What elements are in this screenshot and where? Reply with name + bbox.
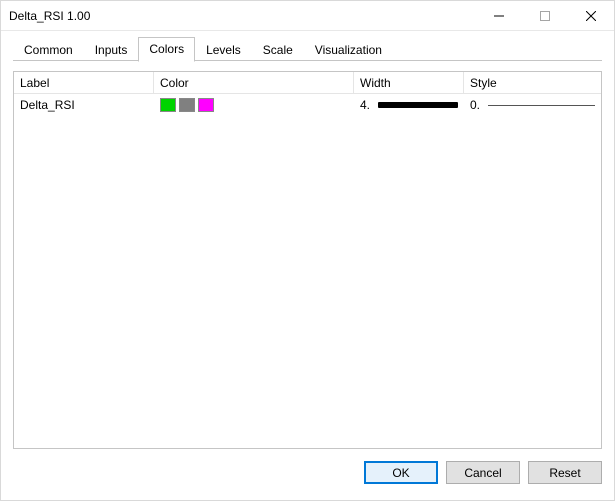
color-swatch-1[interactable] [160,98,176,112]
colors-list: Label Color Width Style Delta_RSI 4. 0. [13,71,602,449]
tab-visualization[interactable]: Visualization [304,38,393,62]
row-color-cell[interactable] [154,94,354,116]
content-area: Label Color Width Style Delta_RSI 4. 0. [1,61,614,449]
header-color[interactable]: Color [154,72,354,93]
window-title: Delta_RSI 1.00 [9,9,476,23]
tab-levels[interactable]: Levels [195,38,252,62]
color-swatch-2[interactable] [179,98,195,112]
header-style[interactable]: Style [464,72,601,93]
tab-inputs[interactable]: Inputs [84,38,139,62]
button-row: OK Cancel Reset [1,449,614,484]
minimize-button[interactable] [476,1,522,30]
header-label[interactable]: Label [14,72,154,93]
row-style-cell[interactable]: 0. [464,94,601,116]
close-icon [586,11,596,21]
ok-button[interactable]: OK [364,461,438,484]
minimize-icon [494,11,504,21]
cancel-button[interactable]: Cancel [446,461,520,484]
row-width-cell[interactable]: 4. [354,94,464,116]
tab-strip: Common Inputs Colors Levels Scale Visual… [1,31,614,61]
close-button[interactable] [568,1,614,30]
row-style-value: 0. [470,98,484,112]
list-row[interactable]: Delta_RSI 4. 0. [14,94,601,116]
window-controls [476,1,614,30]
maximize-button[interactable] [522,1,568,30]
style-line-icon [488,105,595,106]
reset-button[interactable]: Reset [528,461,602,484]
titlebar: Delta_RSI 1.00 [1,1,614,31]
row-label: Delta_RSI [14,94,154,116]
tab-colors[interactable]: Colors [138,37,195,62]
color-swatch-3[interactable] [198,98,214,112]
tab-scale[interactable]: Scale [252,38,304,62]
tab-common[interactable]: Common [13,38,84,62]
maximize-icon [540,11,550,21]
header-width[interactable]: Width [354,72,464,93]
row-width-value: 4. [360,98,374,112]
width-line-icon [378,102,458,108]
list-header: Label Color Width Style [14,72,601,94]
